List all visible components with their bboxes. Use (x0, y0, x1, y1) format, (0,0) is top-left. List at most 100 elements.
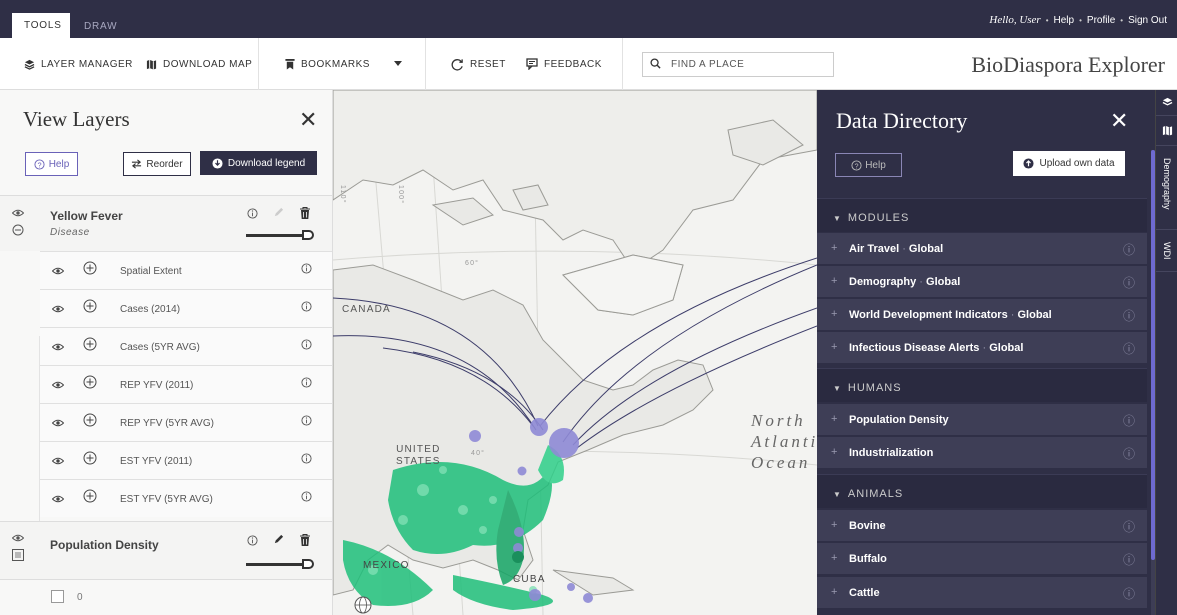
map-label-us-line2: STATES (396, 456, 441, 467)
sublayer-row[interactable]: Cases (2014) (40, 289, 332, 327)
eye-icon[interactable] (51, 340, 65, 354)
eye-icon[interactable] (51, 264, 65, 278)
pencil-icon[interactable] (273, 534, 284, 548)
download-map-button[interactable]: DOWNLOAD MAP (146, 38, 252, 90)
help-button[interactable]: ? Help (25, 152, 78, 176)
eye-icon[interactable] (11, 206, 25, 220)
trash-icon[interactable] (300, 207, 310, 222)
pencil-icon[interactable] (273, 207, 284, 221)
info-icon[interactable] (301, 453, 312, 467)
download-legend-button[interactable]: Download legend (200, 151, 317, 175)
info-icon[interactable] (301, 415, 312, 429)
add-icon[interactable] (83, 413, 97, 431)
info-icon[interactable] (301, 339, 312, 353)
add-icon[interactable] (83, 375, 97, 393)
legend-icon[interactable] (12, 549, 24, 564)
directory-item[interactable]: + Buffalo ⓘ (817, 542, 1147, 574)
layer-group-population-density: Population Density (0, 521, 332, 579)
layer-manager-button[interactable]: LAYER MANAGER (24, 38, 133, 90)
add-icon[interactable] (83, 299, 97, 317)
add-icon[interactable] (83, 451, 97, 469)
add-icon[interactable] (83, 261, 97, 279)
rail-tab-wdi[interactable]: WDI (1156, 230, 1177, 272)
collapse-icon[interactable] (12, 224, 24, 239)
sublayer-row[interactable]: Cases (5YR AVG) (40, 327, 332, 365)
rail-map-button[interactable] (1156, 116, 1177, 146)
directory-item[interactable]: + Cattle ⓘ (817, 576, 1147, 608)
directory-item[interactable]: + Infectious Disease Alerts · Global ⓘ (817, 331, 1147, 363)
profile-link[interactable]: Profile (1087, 15, 1115, 26)
eye-icon[interactable] (51, 492, 65, 506)
app: TOOLS DRAW Hello, User • Help • Profile … (0, 0, 1177, 615)
caret-down-icon: ▼ (833, 214, 842, 223)
user-nav: Hello, User • Help • Profile • Sign Out (989, 14, 1167, 26)
upload-button[interactable]: Upload own data (1013, 151, 1125, 176)
opacity-slider[interactable] (246, 559, 314, 569)
reset-button[interactable]: RESET (451, 38, 506, 90)
bookmarks-dropdown[interactable] (394, 38, 402, 90)
directory-item[interactable]: + Demography · Global ⓘ (817, 265, 1147, 297)
directory-item[interactable]: + Air Travel · Global ⓘ (817, 232, 1147, 264)
sublayer-name: REP YFV (5YR AVG) (120, 418, 214, 429)
layer-title: Yellow Fever (50, 209, 123, 223)
separator-dot: · (916, 276, 927, 288)
directory-item[interactable]: + Bovine ⓘ (817, 509, 1147, 541)
separator-dot: • (1045, 15, 1049, 25)
eye-icon[interactable] (51, 302, 65, 316)
info-icon[interactable]: ⓘ (1123, 518, 1135, 535)
directory-item[interactable]: + World Development Indicators · Global … (817, 298, 1147, 330)
map-canvas[interactable]: CANADA UNITED STATES MEXICO CUBA North A… (333, 90, 817, 615)
info-icon[interactable] (301, 263, 312, 277)
sign-out-link[interactable]: Sign Out (1128, 15, 1167, 26)
info-icon[interactable] (301, 301, 312, 315)
info-icon[interactable]: ⓘ (1123, 551, 1135, 568)
ocean-line1: North (751, 411, 806, 430)
section-header-humans[interactable]: ▼ HUMANS (817, 368, 1147, 402)
info-icon[interactable]: ⓘ (1123, 340, 1135, 357)
feedback-button[interactable]: FEEDBACK (526, 38, 602, 90)
info-icon[interactable]: ⓘ (1123, 412, 1135, 429)
reorder-button[interactable]: Reorder (123, 152, 191, 176)
directory-item[interactable]: + Population Density ⓘ (817, 403, 1147, 435)
section-header-modules[interactable]: ▼ MODULES (817, 198, 1147, 232)
info-icon[interactable]: ⓘ (1123, 274, 1135, 291)
rail-tab-demography[interactable]: Demography (1156, 146, 1177, 230)
rail-layers-button[interactable] (1156, 90, 1177, 116)
tab-draw[interactable]: DRAW (72, 14, 129, 39)
info-icon[interactable]: ⓘ (1123, 585, 1135, 602)
info-icon[interactable]: ⓘ (1123, 445, 1135, 462)
section-header-animals[interactable]: ▼ ANIMALS (817, 474, 1147, 508)
close-icon[interactable]: ✕ (299, 109, 317, 131)
close-icon[interactable]: ✕ (1110, 110, 1128, 132)
info-icon[interactable] (247, 208, 258, 222)
sublayer-row[interactable]: REP YFV (5YR AVG) (40, 403, 332, 441)
add-icon[interactable] (83, 489, 97, 507)
slider-knob[interactable] (302, 230, 314, 240)
help-link[interactable]: Help (1054, 15, 1075, 26)
help-button[interactable]: ? Help (835, 153, 902, 177)
directory-item[interactable]: + Industrialization ⓘ (817, 436, 1147, 468)
info-icon[interactable]: ⓘ (1123, 241, 1135, 258)
opacity-slider[interactable] (246, 230, 314, 240)
help-label: Help (48, 158, 70, 170)
eye-icon[interactable] (51, 416, 65, 430)
trash-icon[interactable] (300, 534, 310, 549)
add-icon: + (831, 341, 838, 353)
info-icon[interactable] (247, 535, 258, 549)
info-icon[interactable]: ⓘ (1123, 307, 1135, 324)
sublayer-row[interactable]: EST YFV (5YR AVG) (40, 479, 332, 517)
info-icon[interactable] (301, 491, 312, 505)
eye-icon[interactable] (51, 454, 65, 468)
sublayer-row[interactable]: Spatial Extent (40, 251, 332, 289)
eye-icon[interactable] (11, 531, 25, 545)
info-icon[interactable] (301, 377, 312, 391)
eye-icon[interactable] (51, 378, 65, 392)
sublayer-name: Cases (5YR AVG) (120, 342, 200, 353)
add-icon[interactable] (83, 337, 97, 355)
slider-knob[interactable] (302, 559, 314, 569)
search-input[interactable] (667, 59, 817, 70)
tab-tools[interactable]: TOOLS (12, 13, 70, 39)
sublayer-row[interactable]: REP YFV (2011) (40, 365, 332, 403)
sublayer-row[interactable]: EST YFV (2011) (40, 441, 332, 479)
bookmarks-button[interactable]: BOOKMARKS (285, 38, 370, 90)
